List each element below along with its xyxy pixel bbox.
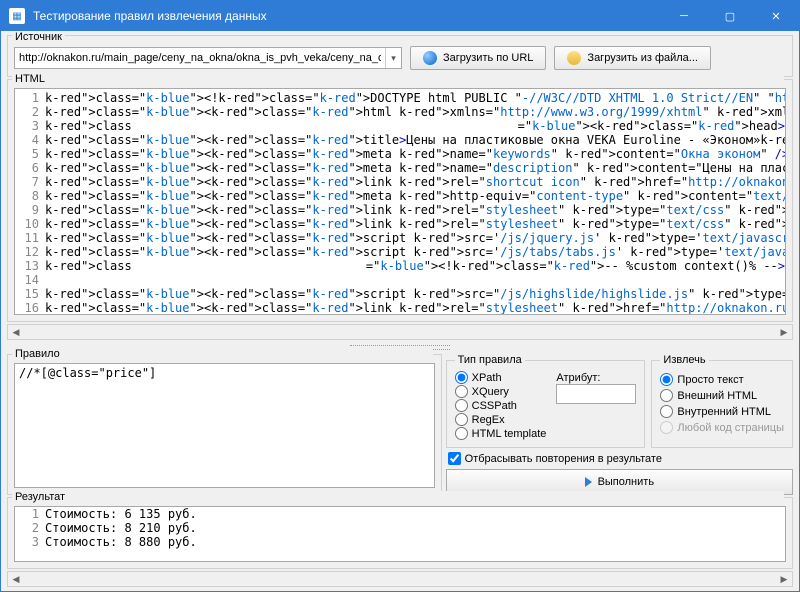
result-line: 1Стоимость: 6 135 руб.: [15, 507, 785, 521]
scroll-left-icon[interactable]: ◀: [8, 325, 24, 339]
code-line: 11k-red">class="k-blue"><k-red">class="k…: [15, 231, 785, 245]
ruletype-radio-html-template[interactable]: [455, 427, 468, 440]
code-line: 7k-red">class="k-blue"><k-red">class="k-…: [15, 175, 785, 189]
result-area[interactable]: 1Стоимость: 6 135 руб.2Стоимость: 8 210 …: [14, 506, 786, 562]
code-line: 4k-red">class="k-blue"><k-red">class="k-…: [15, 133, 785, 147]
scroll-right-icon[interactable]: ▶: [776, 572, 792, 586]
code-line: 14: [15, 273, 785, 287]
titlebar: ▦ Тестирование правил извлечения данных …: [1, 1, 799, 31]
close-button[interactable]: ✕: [753, 1, 799, 31]
code-line: 9k-red">class="k-blue"><k-red">class="k-…: [15, 203, 785, 217]
discard-repeats-label: Отбрасывать повторения в результате: [465, 453, 662, 465]
minimize-button[interactable]: ─: [661, 1, 707, 31]
rule-type-fieldset: Тип правила XPathXQueryCSSPathRegExHTML …: [446, 354, 646, 448]
discard-repeats-checkbox[interactable]: [448, 452, 461, 465]
result-line: 3Стоимость: 8 880 руб.: [15, 535, 785, 549]
app-icon: ▦: [9, 8, 25, 24]
code-line: 16k-red">class="k-blue"><k-red">class="k…: [15, 301, 785, 315]
window-title: Тестирование правил извлечения данных: [33, 9, 661, 23]
attribute-label: Атрибут:: [556, 372, 600, 384]
ruletype-radio-xpath[interactable]: [455, 371, 468, 384]
extract-fieldset: Извлечь Просто текстВнешний HTMLВнутренн…: [651, 354, 793, 448]
url-input[interactable]: [15, 50, 385, 66]
html-label: HTML: [12, 73, 784, 85]
result-label: Результат: [12, 491, 784, 503]
code-line: 8k-red">class="k-blue"><k-red">class="k-…: [15, 189, 785, 203]
code-line: 6k-red">class="k-blue"><k-red">class="k-…: [15, 161, 785, 175]
extract-radio[interactable]: [660, 373, 673, 386]
html-code-area[interactable]: 1k-red">class="k-blue"><!k-red">class="k…: [14, 88, 786, 315]
source-label: Источник: [12, 31, 65, 43]
extract-radio[interactable]: [660, 405, 673, 418]
result-line: 2Стоимость: 8 210 руб.: [15, 521, 785, 535]
rule-group: Правило: [7, 354, 442, 495]
code-line: 13k-red">class="k-blue"><!k-red">class="…: [15, 259, 785, 273]
load-url-button[interactable]: Загрузить по URL: [410, 46, 546, 70]
ruletype-radio-regex[interactable]: [455, 413, 468, 426]
code-line: 10k-red">class="k-blue"><k-red">class="k…: [15, 217, 785, 231]
app-window: ▦ Тестирование правил извлечения данных …: [0, 0, 800, 592]
folder-icon: [567, 51, 581, 65]
code-line: 12k-red">class="k-blue"><k-red">class="k…: [15, 245, 785, 259]
extract-radio: [660, 421, 673, 434]
scroll-right-icon[interactable]: ▶: [776, 325, 792, 339]
code-line: 1k-red">class="k-blue"><!k-red">class="k…: [15, 91, 785, 105]
code-line: 3k-red">class="k-blue"><k-red">class="k-…: [15, 119, 785, 133]
code-line: 2k-red">class="k-blue"><k-red">class="k-…: [15, 105, 785, 119]
source-group: Источник ▾ Загрузить по URL Загрузить из…: [7, 35, 793, 77]
rule-type-legend: Тип правила: [455, 354, 525, 366]
scroll-left-icon[interactable]: ◀: [8, 572, 24, 586]
ruletype-radio-csspath[interactable]: [455, 399, 468, 412]
result-group: Результат 1Стоимость: 6 135 руб.2Стоимос…: [7, 497, 793, 569]
attribute-input[interactable]: [556, 384, 636, 404]
code-line: 15k-red">class="k-blue"><k-red">class="k…: [15, 287, 785, 301]
chevron-down-icon[interactable]: ▾: [385, 48, 401, 68]
play-icon: [585, 477, 592, 487]
code-line: 5k-red">class="k-blue"><k-red">class="k-…: [15, 147, 785, 161]
html-group: HTML 1k-red">class="k-blue"><!k-red">cla…: [7, 79, 793, 322]
result-scrollbar-h[interactable]: ◀ ▶: [7, 571, 793, 587]
html-scrollbar-h[interactable]: ◀ ▶: [7, 324, 793, 340]
rule-label: Правило: [12, 348, 433, 360]
extract-legend: Извлечь: [660, 354, 708, 366]
url-combobox[interactable]: ▾: [14, 47, 402, 69]
globe-icon: [423, 51, 437, 65]
maximize-button[interactable]: ▢: [707, 1, 753, 31]
extract-radio[interactable]: [660, 389, 673, 402]
ruletype-radio-xquery[interactable]: [455, 385, 468, 398]
load-file-button[interactable]: Загрузить из файла...: [554, 46, 711, 70]
rule-textarea[interactable]: [14, 363, 435, 488]
